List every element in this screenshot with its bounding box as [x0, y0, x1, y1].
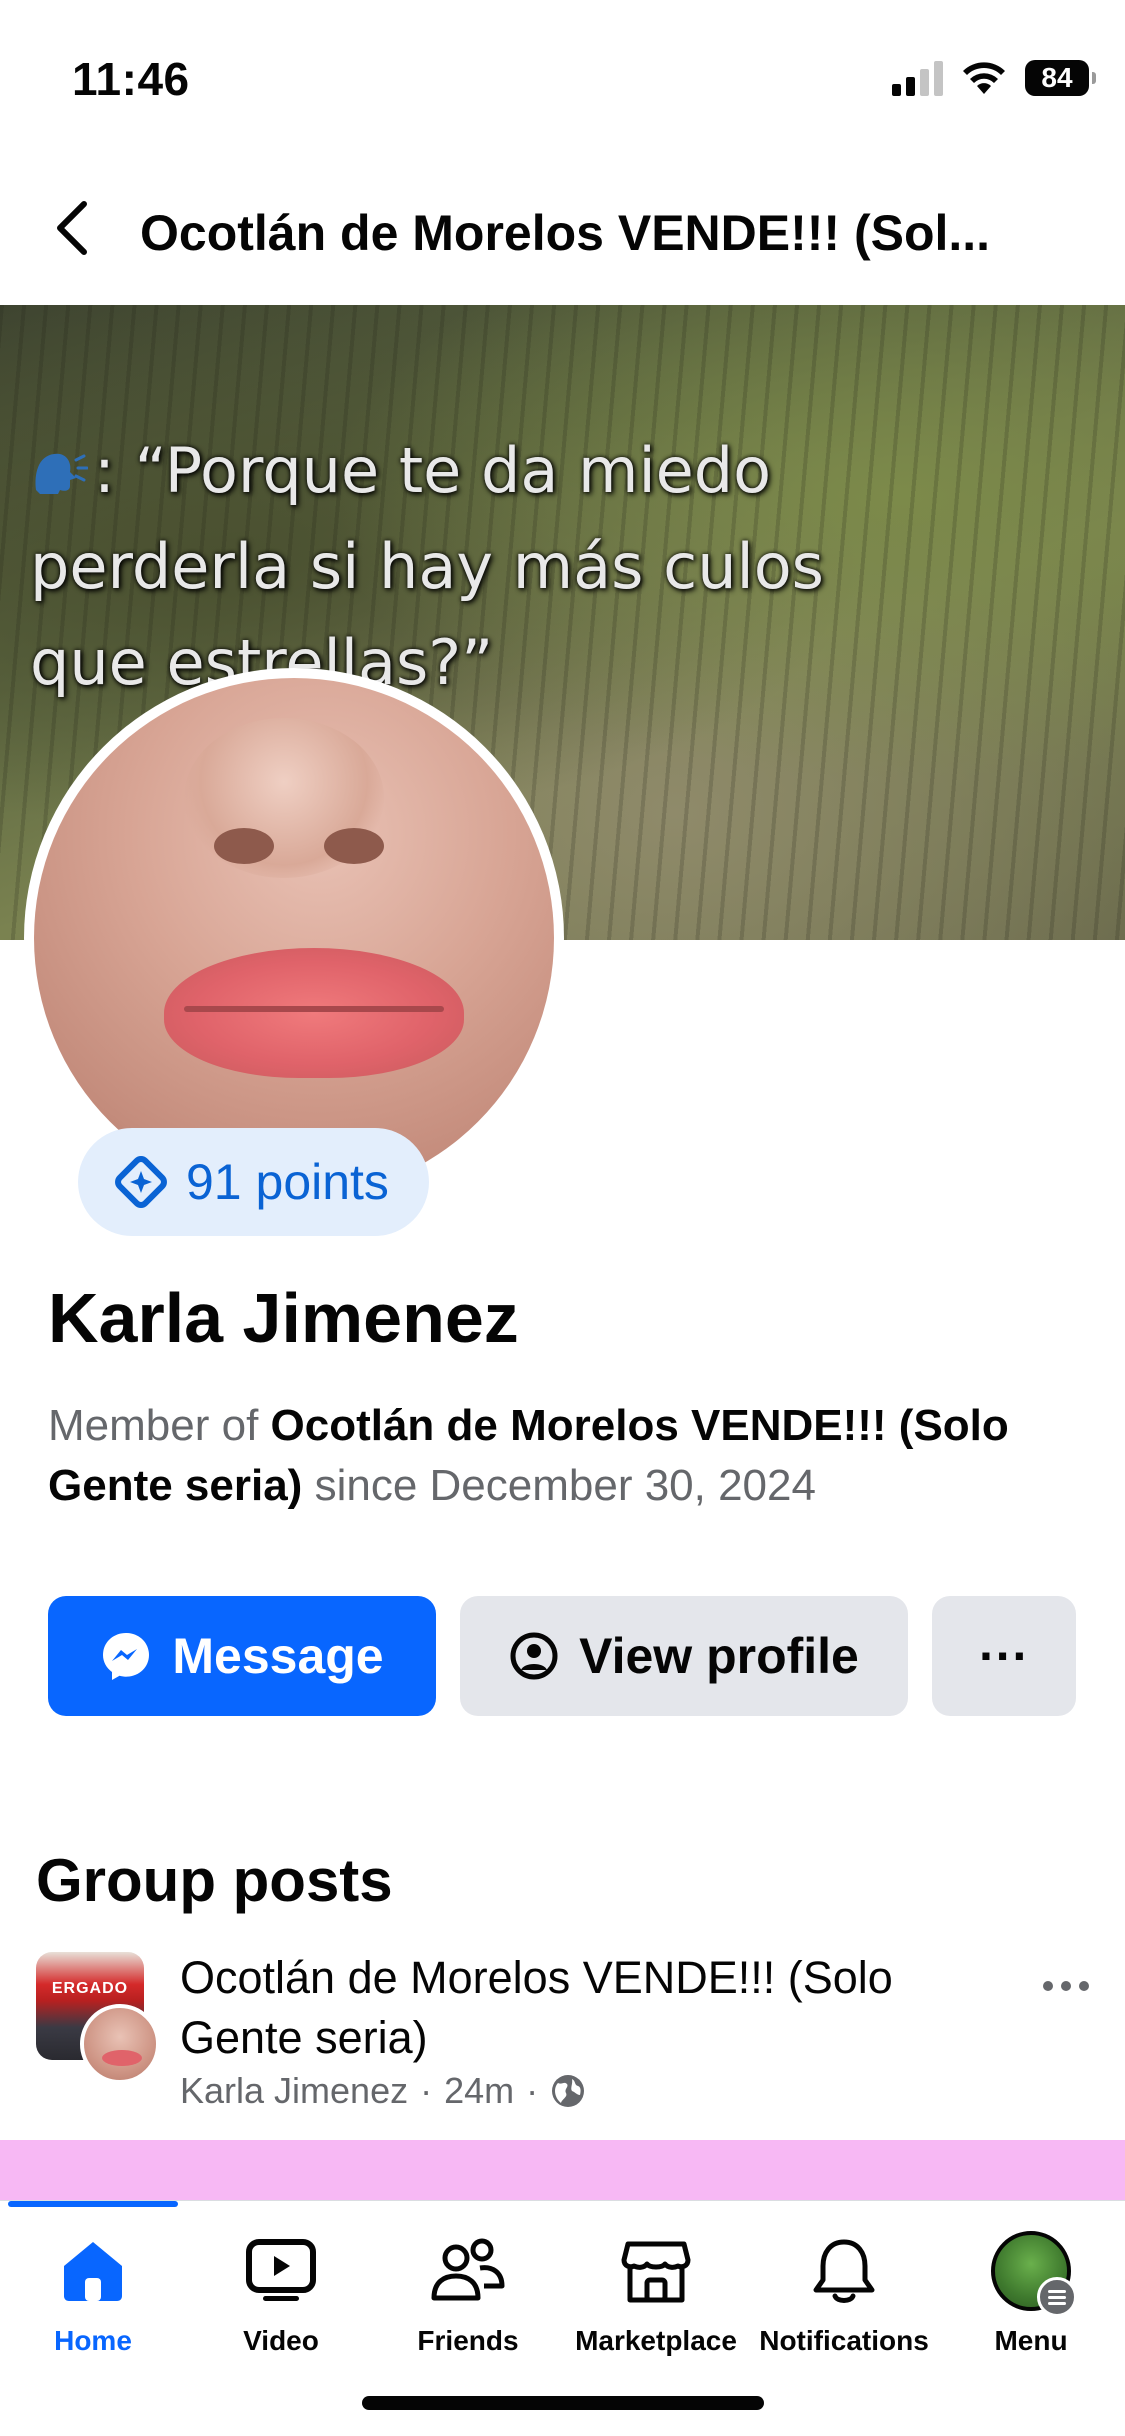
nav-header: Ocotlán de Morelos VENDE!!! (Sol... — [0, 160, 1125, 300]
author-avatar[interactable] — [80, 2004, 160, 2084]
globe-icon — [552, 2075, 585, 2107]
tab-friends-label: Friends — [417, 2325, 519, 2356]
friends-icon — [431, 2238, 505, 2301]
dot — [1079, 1981, 1089, 1991]
status-icons: 84 — [892, 60, 1096, 96]
chevron-left-icon — [57, 201, 87, 255]
meta-separator: · — [420, 2070, 433, 2111]
group-post-item[interactable]: ERGADO Ocotlán de Morelos VENDE!!! (Solo… — [36, 1948, 1096, 2118]
status-bar: 11:46 84 — [0, 0, 1125, 150]
back-button[interactable] — [44, 196, 100, 260]
cover-caption-line-1: : “Porque te da miedo — [94, 434, 772, 507]
avatar-nostril — [214, 828, 274, 864]
points-label: 91 points — [186, 1154, 389, 1210]
membership-prefix: Member of — [48, 1401, 271, 1450]
home-icon — [64, 2242, 122, 2301]
dot — [1043, 1981, 1053, 1991]
avatar-image — [34, 678, 554, 1198]
status-time: 11:46 — [72, 53, 190, 105]
post-options-button[interactable] — [1036, 1966, 1096, 2006]
avatar-lips — [164, 948, 464, 1078]
membership-since: since December 30, 2024 — [302, 1461, 816, 1510]
membership-info: Member of Ocotlán de Morelos VENDE!!! (S… — [48, 1396, 1088, 1516]
tab-menu-label: Menu — [994, 2325, 1068, 2356]
marketplace-icon — [621, 2241, 691, 2303]
post-time: 24m — [444, 2070, 515, 2111]
speaking-head-icon — [35, 453, 88, 494]
battery-icon: 84 — [1025, 60, 1096, 96]
post-group-name[interactable]: Ocotlán de Morelos VENDE!!! (Solo Gente … — [180, 1948, 1000, 2068]
dot — [1061, 1981, 1071, 1991]
cover-caption-line-2: perderla si hay más culos — [30, 530, 824, 603]
cellular-signal-icon — [892, 60, 943, 96]
post-author[interactable]: Karla Jimenez — [180, 2070, 408, 2112]
wifi-icon — [963, 62, 1005, 94]
profile-circle-icon — [510, 1632, 558, 1680]
video-icon — [246, 2239, 316, 2301]
view-profile-button[interactable]: View profile — [460, 1596, 908, 1716]
message-button-label: Message — [172, 1628, 384, 1684]
more-options-button[interactable]: ··· — [932, 1596, 1076, 1716]
menu-hamburger-icon — [1037, 2277, 1077, 2317]
points-badge[interactable]: 91 points — [78, 1128, 429, 1236]
avatar-lip-line — [184, 1006, 444, 1012]
tab-marketplace-label: Marketplace — [575, 2325, 737, 2356]
message-button[interactable]: Message — [48, 1596, 436, 1716]
tab-home[interactable]: Home — [0, 2231, 187, 2371]
tab-friends[interactable]: Friends — [374, 2231, 562, 2371]
meta-separator: · — [526, 2070, 539, 2111]
profile-actions: Message View profile ··· — [48, 1596, 1076, 1716]
tab-notifications[interactable]: Notifications — [750, 2231, 938, 2371]
tab-menu[interactable]: Menu — [937, 2231, 1125, 2371]
tab-video[interactable]: Video — [187, 2231, 375, 2371]
tab-marketplace[interactable]: Marketplace — [562, 2231, 750, 2371]
cover-caption: : “Porque te da miedo perderla si hay má… — [30, 423, 1030, 711]
home-indicator — [362, 2396, 764, 2410]
group-thumbnail-text: ERGADO — [51, 1980, 129, 1997]
view-profile-button-label: View profile — [579, 1628, 859, 1684]
points-diamond-icon — [115, 1156, 167, 1208]
more-options-label: ··· — [979, 1628, 1029, 1684]
group-posts-heading: Group posts — [36, 1847, 393, 1914]
member-name: Karla Jimenez — [48, 1279, 519, 1357]
bell-icon — [813, 2239, 875, 2303]
page-title: Ocotlán de Morelos VENDE!!! (Sol... — [140, 205, 991, 261]
tab-notifications-label: Notifications — [759, 2325, 929, 2356]
profile-avatar[interactable] — [24, 668, 564, 1208]
avatar-nostril — [324, 828, 384, 864]
post-meta: Karla Jimenez · 24m · — [180, 2070, 586, 2112]
tab-video-label: Video — [243, 2325, 319, 2356]
menu-avatar — [991, 2231, 1077, 2317]
author-avatar-lips — [102, 2050, 142, 2066]
tab-home-label: Home — [54, 2325, 132, 2356]
post-content-preview[interactable] — [0, 2140, 1125, 2202]
messenger-icon — [103, 1633, 150, 1680]
active-tab-indicator — [8, 2201, 178, 2207]
